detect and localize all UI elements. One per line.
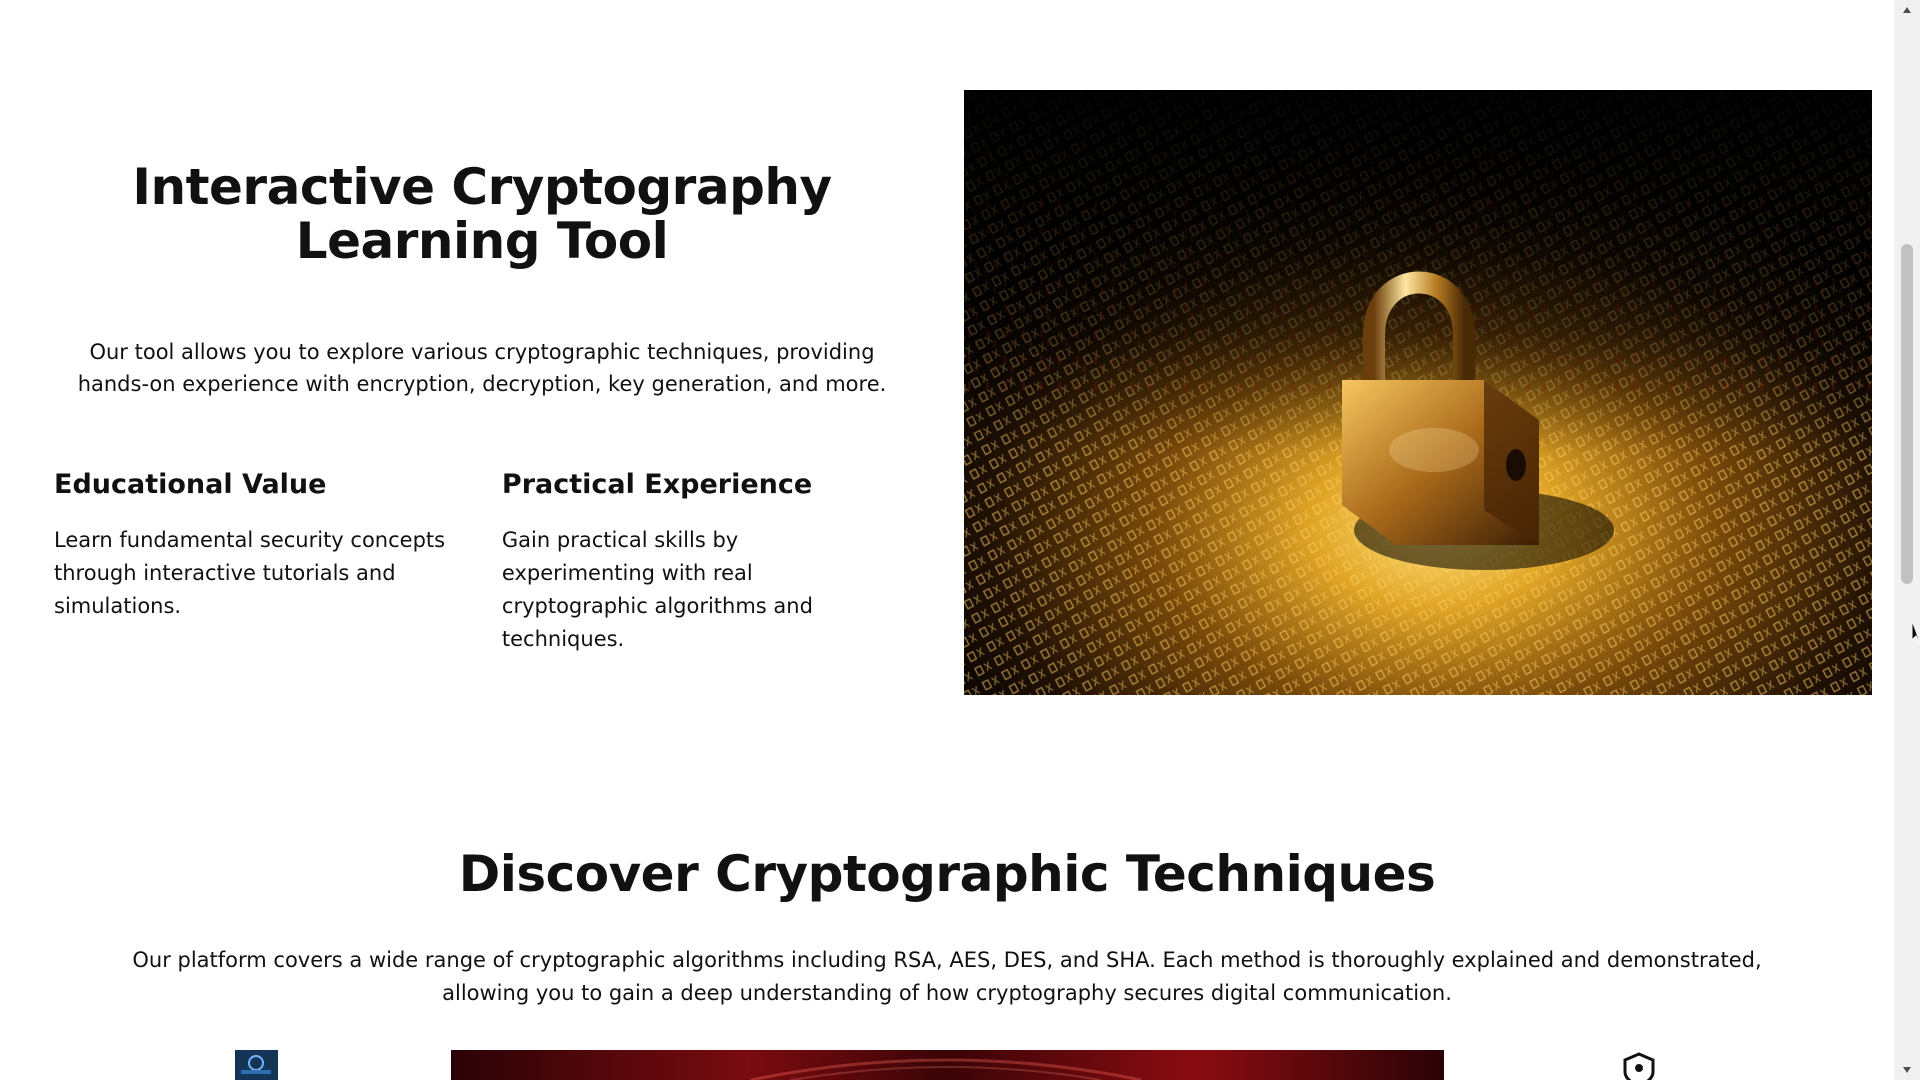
vertical-scrollbar[interactable] [1894, 0, 1920, 1080]
scroll-up-arrow-icon[interactable] [1894, 0, 1920, 20]
discover-title: Discover Cryptographic Techniques [458, 845, 1436, 903]
discover-text: Our platform covers a wide range of cryp… [132, 948, 1762, 1005]
mouse-cursor-icon [1911, 622, 1920, 645]
hero-padlock-image [964, 90, 1872, 695]
shield-icon [1620, 1052, 1658, 1080]
feature-text: Gain practical skills by experimenting w… [501, 528, 813, 651]
feature-text: Learn fundamental security concepts thro… [54, 528, 446, 618]
red-security-banner [451, 1050, 1444, 1080]
feature-heading: Educational Value [54, 469, 327, 500]
feature-heading: Practical Experience [501, 469, 813, 500]
scrollbar-thumb[interactable] [1901, 244, 1913, 584]
page: Interactive Cryptography Learning Tool O… [0, 0, 1920, 1080]
padlock-illustration [964, 90, 1872, 695]
hero-intro: Our tool allows you to explore various c… [77, 340, 887, 396]
hero-title: Interactive Cryptography Learning Tool [132, 158, 832, 270]
hero-section: Interactive Cryptography Learning Tool O… [54, 160, 910, 656]
app-thumbnail-icon [235, 1050, 278, 1080]
scroll-down-arrow-icon[interactable] [1894, 1060, 1920, 1080]
feature-list: Educational Value Learn fundamental secu… [54, 468, 910, 656]
feature-practical-experience: Practical Experience Gain practical skil… [502, 468, 910, 656]
feature-educational-value: Educational Value Learn fundamental secu… [54, 468, 502, 656]
